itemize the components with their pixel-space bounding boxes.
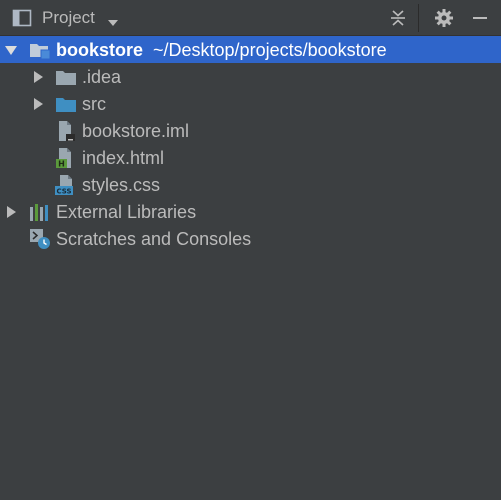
node-label: styles.css [82,175,161,195]
chevron-down-icon [107,14,119,26]
tree-node-index-html[interactable]: H index.html [0,144,501,171]
minimize-icon[interactable] [468,6,492,30]
node-label: Scratches and Consoles [56,229,252,249]
tree-node-src[interactable]: src [0,90,501,117]
project-view-icon [12,8,32,28]
project-view-selector[interactable]: Project [12,6,119,30]
node-label: .idea [82,67,122,87]
gear-icon[interactable] [432,6,456,30]
svg-text:H: H [58,160,65,169]
scratches-icon [29,228,51,250]
tool-window-header: Project [0,0,501,36]
node-label: bookstore.iml [82,121,190,141]
tree-node-external-libraries[interactable]: External Libraries [0,198,501,225]
root-name: bookstore [56,40,144,60]
node-label: index.html [82,148,165,168]
tree-node-iml[interactable]: bookstore.iml [0,117,501,144]
css-file-icon: CSS [55,174,77,196]
folder-icon [55,66,77,88]
view-label: Project [42,8,95,27]
project-tool-window: Project bookstore ~/Desktop/projects/boo… [0,0,501,500]
svg-text:CSS: CSS [56,188,71,196]
tree-node-root[interactable]: bookstore ~/Desktop/projects/bookstore [0,36,501,63]
source-folder-icon [55,93,77,115]
iml-file-icon [55,120,77,142]
header-divider [418,4,419,32]
node-label: External Libraries [56,202,197,222]
collapse-all-icon[interactable] [386,6,410,30]
tree-node-scratches[interactable]: Scratches and Consoles [0,225,501,252]
node-label: src [82,94,106,114]
libraries-icon [29,201,51,223]
tree-node-idea[interactable]: .idea [0,63,501,90]
collapsed-arrow-icon[interactable] [31,97,45,111]
module-folder-icon [29,39,51,61]
tree-node-styles-css[interactable]: CSS styles.css [0,171,501,198]
collapsed-arrow-icon[interactable] [4,205,18,219]
root-path: ~/Desktop/projects/bookstore [153,40,387,60]
expanded-arrow-icon[interactable] [4,43,18,57]
collapsed-arrow-icon[interactable] [31,70,45,84]
html-file-icon: H [55,147,77,169]
